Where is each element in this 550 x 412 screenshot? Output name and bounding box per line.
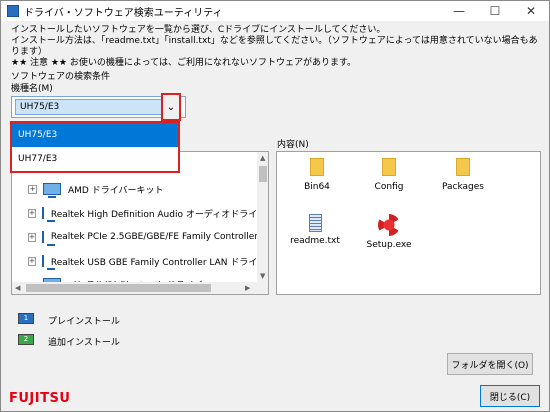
tree-item-label: AMD ドライバーキット bbox=[68, 185, 164, 196]
file-name: readme.txt bbox=[290, 236, 340, 246]
close-button[interactable]: 閉じる(C) bbox=[480, 385, 540, 407]
instruction-line-3: ★★ 注意 ★★ お使いの機種によっては、ご利用になれないソフトウェアがあります… bbox=[11, 58, 357, 68]
tree-item-label: Realtek USB GBE Family Controller LAN ドラ… bbox=[50, 257, 257, 268]
close-window-button[interactable]: ✕ bbox=[513, 1, 549, 21]
setup-icon bbox=[378, 214, 400, 236]
model-combobox-value: UH75/E3 bbox=[15, 99, 163, 115]
dropdown-option[interactable]: UH75/E3 bbox=[12, 123, 178, 147]
file-item[interactable]: readme.txt bbox=[280, 214, 350, 246]
tree-item[interactable]: + Realtek PCIe 2.5GBE/GBE/FE Family Cont… bbox=[12, 226, 257, 248]
tree-item[interactable]: + Realtek High Definition Audio オーディオドライ… bbox=[12, 202, 257, 224]
title-bar: ドライバ・ソフトウェア検索ユーティリティ — ☐ ✕ bbox=[1, 1, 549, 21]
chevron-down-icon[interactable]: ⌄ bbox=[161, 93, 181, 121]
file-item[interactable]: Packages bbox=[428, 158, 498, 192]
model-combobox[interactable]: UH75/E3 bbox=[11, 96, 186, 118]
instructions: インストールしたいソフトウェアを一覧から選び、Cドライブにインストールしてくださ… bbox=[11, 25, 541, 69]
addinstall-icon: 2 bbox=[18, 334, 34, 345]
tree-item-label: Realtek High Definition Audio オーディオドライバー bbox=[50, 209, 257, 220]
open-folder-button[interactable]: フォルダを開く(O) bbox=[447, 353, 533, 375]
tree-item-label: Realtek PCIe 2.5GBE/GBE/FE Family Contro… bbox=[50, 232, 257, 242]
content-panel[interactable]: Bin64 Config Packages readme.txt Setup.e… bbox=[276, 151, 541, 295]
preinstall-icon: 1 bbox=[18, 313, 34, 324]
preinstall-label: プレインストール bbox=[48, 317, 120, 327]
file-name: Config bbox=[374, 182, 404, 192]
tree-horizontal-scrollbar[interactable]: ◀ ▶ bbox=[12, 282, 257, 294]
computer-icon bbox=[41, 231, 55, 246]
instruction-line-1: インストールしたいソフトウェアを一覧から選び、Cドライブにインストールしてくださ… bbox=[11, 25, 386, 35]
model-dropdown-list[interactable]: UH75/E3 UH77/E3 bbox=[10, 121, 180, 173]
content-label: 内容(N) bbox=[277, 140, 309, 150]
expand-icon[interactable]: + bbox=[28, 184, 37, 194]
tree-item[interactable]: + Realtek USB GBE Family Controller LAN … bbox=[12, 250, 257, 272]
file-item[interactable]: Setup.exe bbox=[354, 214, 424, 250]
computer-icon bbox=[41, 207, 55, 222]
file-item[interactable]: Bin64 bbox=[282, 158, 352, 192]
scroll-up-icon[interactable]: ▲ bbox=[260, 154, 265, 162]
maximize-button[interactable]: ☐ bbox=[477, 1, 513, 21]
expand-icon[interactable]: + bbox=[28, 208, 36, 218]
addinstall-label: 追加インストール bbox=[48, 338, 120, 348]
folder-icon bbox=[310, 158, 324, 176]
fujitsu-logo: FUJITSU bbox=[9, 391, 71, 406]
tree-item[interactable]: + AMD ドライバーキット bbox=[12, 178, 257, 200]
folder-icon bbox=[382, 158, 396, 176]
scrollbar-thumb[interactable] bbox=[259, 166, 267, 182]
expand-icon[interactable]: + bbox=[28, 232, 36, 242]
minimize-button[interactable]: — bbox=[441, 1, 477, 21]
text-file-icon bbox=[308, 214, 322, 232]
computer-icon bbox=[41, 255, 55, 270]
dropdown-option[interactable]: UH77/E3 bbox=[12, 147, 178, 171]
scroll-right-icon[interactable]: ▶ bbox=[245, 284, 250, 292]
tree-vertical-scrollbar[interactable]: ▲ ▼ bbox=[257, 152, 268, 294]
folder-icon bbox=[456, 158, 470, 176]
instruction-line-2: インストール方法は、「readme.txt」「install.txt」などを参照… bbox=[11, 36, 538, 57]
file-name: Bin64 bbox=[304, 182, 330, 192]
file-name: Setup.exe bbox=[366, 240, 412, 250]
model-label: 機種名(M) bbox=[11, 84, 53, 94]
scrollbar-thumb[interactable] bbox=[26, 284, 211, 292]
expand-icon[interactable]: + bbox=[28, 256, 36, 266]
computer-icon bbox=[43, 183, 61, 198]
scroll-down-icon[interactable]: ▼ bbox=[260, 272, 265, 280]
file-name: Packages bbox=[442, 182, 484, 192]
file-item[interactable]: Config bbox=[354, 158, 424, 192]
scroll-left-icon[interactable]: ◀ bbox=[15, 284, 20, 292]
main-window: ドライバ・ソフトウェア検索ユーティリティ — ☐ ✕ インストールしたいソフトウ… bbox=[0, 0, 550, 412]
app-icon bbox=[7, 5, 19, 17]
window-title: ドライバ・ソフトウェア検索ユーティリティ bbox=[24, 7, 223, 19]
